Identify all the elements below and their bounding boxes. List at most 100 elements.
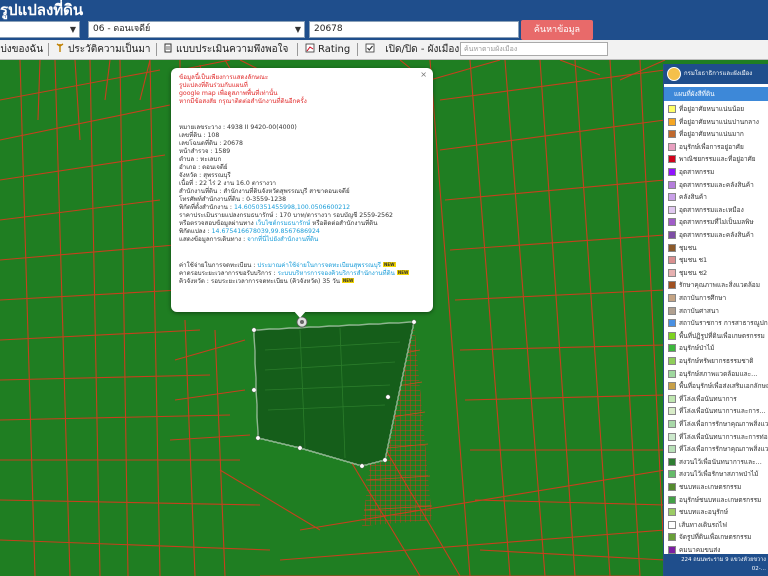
legend-swatch <box>668 382 676 391</box>
field-row: หมายเลขระวาง : 4938 II 9420-00(4000) <box>179 124 297 131</box>
legend-subtitle: แผนที่ผังสีที่ดิน <box>664 87 768 101</box>
toolbar-label: แบบประเมินความพึงพอใจ <box>176 44 289 55</box>
field-value: 1589 <box>214 148 231 155</box>
legend-swatch <box>668 495 676 504</box>
legend-label: สงวนไว้เพื่อรักษาสภาพป่าไม้ <box>679 470 759 479</box>
legend-swatch <box>668 357 676 365</box>
service-label: ค่าใช้จ่ายในการจดทะเบียน <box>179 262 252 269</box>
field-row: โทรศัพท์สำนักงานที่ดิน : 0-3559-1238 <box>179 196 287 203</box>
toolbar-item-history[interactable]: ประวัติความเป็นมา <box>55 42 151 57</box>
field-row: ตำบล : ทะเลบก <box>179 156 222 163</box>
check-prefix: หรือตรวจสอบข้อมูลผ่านทาง <box>179 220 254 227</box>
legend-swatch <box>668 457 676 466</box>
treasury-website-link[interactable]: เว็บไซต์กรมธนารักษ์ <box>256 220 311 227</box>
legend-label: ที่โล่งเพื่อการรักษาคุณภาพสิ่งแวดล้อม <box>679 445 768 454</box>
legend-label: อนุรักษ์สภาพแวดล้อมและ... <box>679 369 758 378</box>
toolbar-item-survey[interactable]: แบบประเมินความพึงพอใจ <box>163 42 288 57</box>
route-label: แสดงข้อมูลการเดินทาง <box>179 236 242 243</box>
parcel-number-input[interactable]: 20678 <box>309 21 519 38</box>
legend-swatch <box>668 142 676 151</box>
field-label: เลขโฉนดที่ดิน <box>179 140 218 147</box>
price-row: ราคาประเมินรายแปลงกรมธนารักษ์ : 170 บาท/… <box>179 212 393 219</box>
chevron-down-icon: ▼ <box>69 25 76 34</box>
legend-swatch <box>668 117 676 126</box>
service-row: คาดรอบระยะเวลาการขอรับบริการ : ระบบบริหา… <box>179 270 410 277</box>
legend-swatch <box>668 445 676 454</box>
toolbar-item-my-location[interactable]: แบ่งของฉัน <box>0 42 43 57</box>
parcel-number-value: 20678 <box>314 24 343 34</box>
legend-swatch <box>668 193 676 202</box>
legend-swatch <box>668 168 676 176</box>
disclaimer-line: รูปแปลงที่ดินร่วมกับแผนที่ <box>179 82 248 89</box>
field-value: ทะเลบก <box>200 156 222 163</box>
city-plan-search-input[interactable]: ค้นหาตามผังเมือง <box>460 42 608 56</box>
toolbar-divider <box>48 43 49 56</box>
legend-label: อุตสาหกรรมและคลังสินค้า <box>679 180 754 189</box>
service-link[interactable]: ระบบบริหารการจองคิวบริการสำนักงานที่ดิน <box>278 270 395 277</box>
legend-swatch <box>668 180 676 189</box>
field-value: สุพรรณบุรี <box>203 172 231 179</box>
legend-swatch <box>668 533 676 542</box>
legend-label: พื้นที่ปฏิรูปที่ดินเพื่อเกษตรกรรม <box>679 331 765 340</box>
legend-swatch <box>668 231 676 239</box>
service-link[interactable]: ประมาณค่าใช้จ่ายในการจดทะเบียนสุพรรณบุรี <box>257 262 381 269</box>
legend-swatch <box>668 306 676 315</box>
district-select[interactable]: 06 - ดอนเจดีย์ ▼ <box>88 21 305 38</box>
legend-swatch <box>668 130 676 139</box>
office-coords-link[interactable]: 14.6050351455998,100.0506600212 <box>234 204 350 211</box>
legend-label: ชุมชน ช2 <box>679 268 708 277</box>
legend-label: ที่อยู่อาศัยหนาแน่นมาก <box>679 130 744 139</box>
legend-label: อุตสาหกรรมและคลังสินค้า <box>679 231 754 239</box>
field-value: ดอนเจดีย์ <box>202 164 228 171</box>
parcel-coords-link[interactable]: 14.675416678039,99.8567686924 <box>212 228 320 235</box>
search-button[interactable]: ค้นหาข้อมูล <box>521 20 593 40</box>
legend-label: อนุรักษ์เพื่อการอยู่อาศัย <box>679 142 744 151</box>
parcel-info-popup: × ข้อมูลนี้เป็นเพียงการแสดงลักษณะ รูปแปล… <box>171 68 433 318</box>
legend-label: ชุมชน <box>679 243 697 252</box>
legend-label: จัดรูปที่ดินเพื่อเกษตรกรรม <box>679 533 752 542</box>
field-row: หน้าสำรวจ : 1589 <box>179 148 231 155</box>
service-link[interactable]: รอบระยะเวลาการจดทะเบียน (คิวจังหวัด) 35 … <box>211 278 340 285</box>
legend-swatch <box>668 546 676 554</box>
disclaimer-line: หากมีข้อสงสัย กรุณาติดต่อสำนักงานที่ดินอ… <box>179 98 307 105</box>
legend-label: พาณิชยกรรมและที่อยู่อาศัย <box>679 155 756 164</box>
legend-swatch <box>668 331 676 340</box>
legend-swatch <box>668 483 676 491</box>
toolbar-label: ประวัติความเป็นมา <box>68 44 151 55</box>
legend-label: ที่โล่งเพื่อนันทนาการ <box>679 394 737 403</box>
check-suffix: หรือติดต่อสำนักงานที่ดิน <box>312 220 378 227</box>
close-icon[interactable]: × <box>420 70 427 79</box>
field-label: หมายเลขระวาง <box>179 124 222 131</box>
field-label: ตำบล <box>179 156 195 163</box>
district-select-value: 06 - ดอนเจดีย์ <box>93 24 151 34</box>
location-pin-icon[interactable] <box>296 316 308 328</box>
field-row: สำนักงานที่ดิน : สำนักงานที่ดินจังหวัดสุ… <box>179 188 350 195</box>
toolbar-item-city-plan-toggle[interactable]: เปิด/ปิด - ผังเมือง <box>365 42 459 57</box>
service-row: คิวจังหวัด : รอบระยะเวลาการจดทะเบียน (คิ… <box>179 278 355 285</box>
field-row: จังหวัด : สุพรรณบุรี <box>179 172 231 179</box>
legend-swatch <box>668 432 676 441</box>
new-badge: NEW <box>341 278 355 283</box>
legend-label: ชนบทและอนุรักษ์ <box>679 508 728 517</box>
legend-label: อุตสาหกรรมและเหมือง <box>679 205 744 214</box>
toolbar-label: แบ่งของฉัน <box>0 44 44 55</box>
checkbox-icon[interactable] <box>365 43 375 53</box>
toolbar-item-rating[interactable]: Rating <box>305 42 350 57</box>
field-label: จังหวัด <box>179 172 198 179</box>
legend-swatch <box>668 294 676 302</box>
toolbar: แบ่งของฉัน ประวัติความเป็นมา แบบประเมินค… <box>0 40 768 60</box>
legend-label: รักษาคุณภาพและสิ่งแวดล้อม <box>679 281 760 290</box>
field-row: อำเภอ : ดอนเจดีย์ <box>179 164 228 171</box>
route-link[interactable]: จากที่นี่ไปยังสำนักงานที่ดิน <box>247 236 318 243</box>
legend-swatch <box>668 105 676 113</box>
parcel-coords-row: พิกัดแปลง : 14.675416678039,99.856768692… <box>179 228 320 235</box>
field-value: 0-3559-1238 <box>246 196 287 203</box>
legend-swatch <box>668 369 676 378</box>
legend-panel: กรมโยธาธิการและผังเมือง แผนที่ผังสีที่ดิ… <box>663 64 768 576</box>
legend-label: สถาบันศาสนา <box>679 306 719 315</box>
legend-label: ที่อยู่อาศัยหนาแน่นน้อย <box>679 105 745 113</box>
service-label: คาดรอบระยะเวลาการขอรับบริการ <box>179 270 272 277</box>
province-select[interactable]: ▼ <box>0 21 80 38</box>
field-label: โทรศัพท์สำนักงานที่ดิน <box>179 196 241 203</box>
disclaimer-line: ข้อมูลนี้เป็นเพียงการแสดงลักษณะ <box>179 74 269 81</box>
